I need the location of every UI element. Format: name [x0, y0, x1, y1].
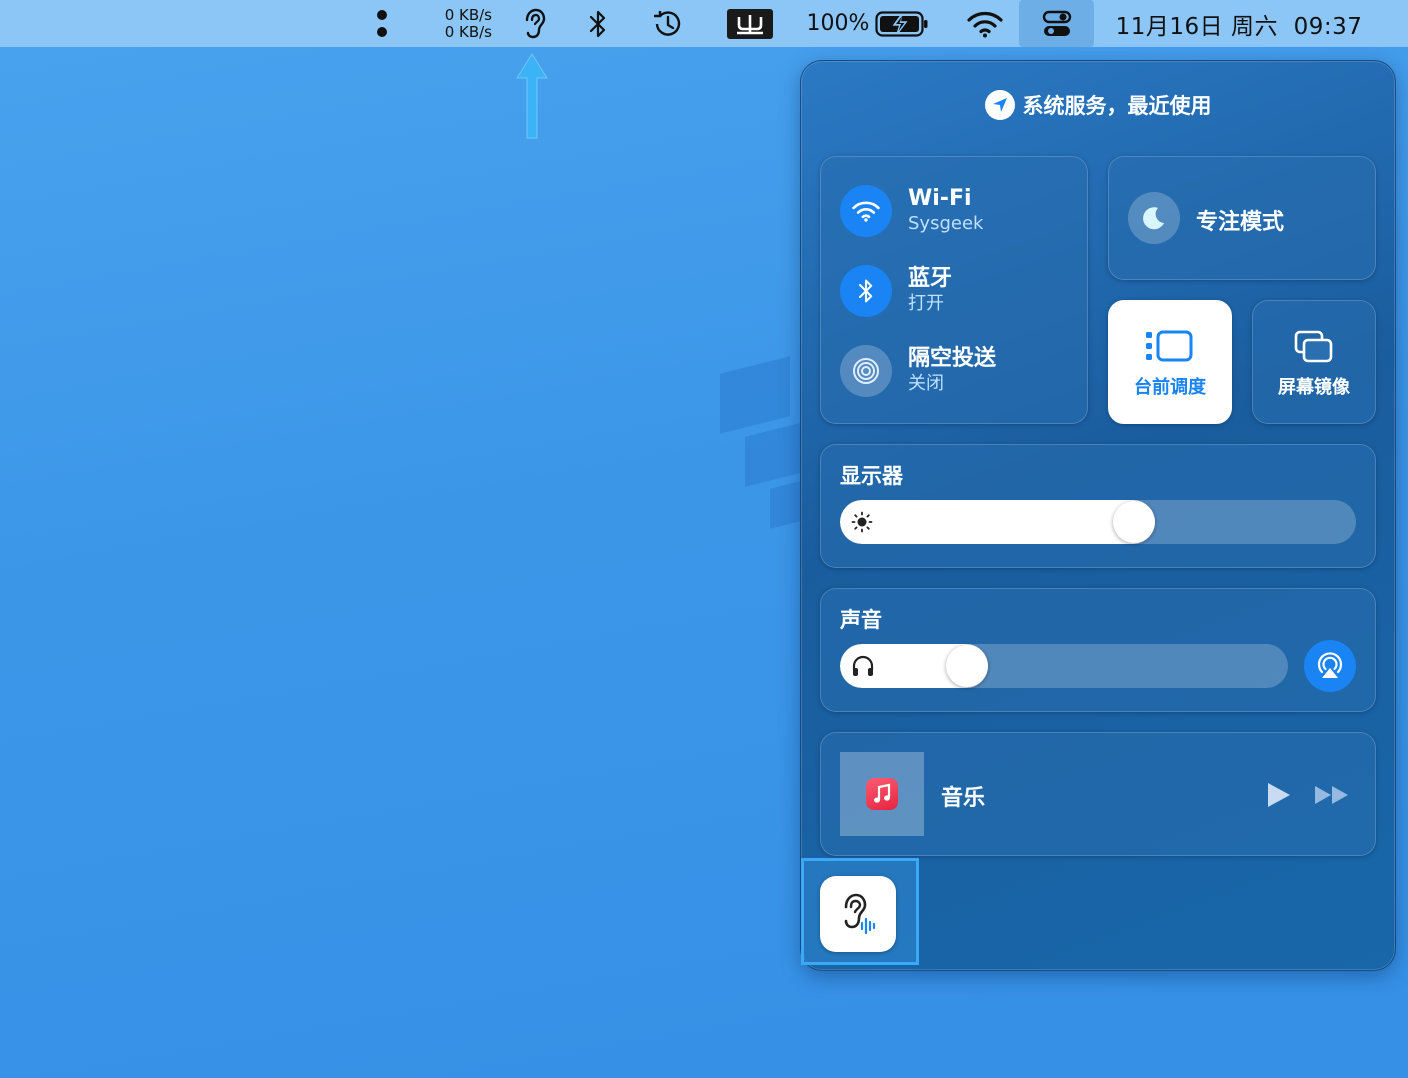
- annotation-arrow: [516, 53, 548, 139]
- network-speed[interactable]: 0 KB/s 0 KB/s: [420, 7, 492, 41]
- wallpaper-shape: [745, 423, 800, 487]
- battery-percent[interactable]: 100%: [806, 0, 870, 47]
- wallpaper-shape: [770, 481, 800, 529]
- sun-icon: [851, 511, 873, 533]
- menu-bar: 0 KB/s 0 KB/s 100% 11月16日 周六 09:37: [0, 0, 1408, 47]
- bluetooth-title: 蓝牙: [908, 266, 953, 291]
- hearing-button[interactable]: [820, 876, 896, 952]
- airplay-audio-icon: [1317, 652, 1343, 678]
- location-text: 系统服务，最近使用: [1022, 94, 1212, 118]
- bluetooth-toggle[interactable]: [840, 265, 892, 317]
- wifi-title: Wi-Fi: [908, 186, 972, 211]
- wifi-row[interactable]: Wi-Fi Sysgeek: [840, 185, 983, 237]
- brightness-fill: [840, 500, 1155, 544]
- time-machine-icon[interactable]: [648, 0, 686, 47]
- bluetooth-status: 打开: [908, 293, 944, 314]
- wifi-icon: [852, 201, 880, 222]
- album-art: [840, 752, 924, 836]
- wifi-icon[interactable]: [962, 0, 1008, 47]
- brightness-slider[interactable]: [840, 500, 1356, 544]
- wifi-network-name: Sysgeek: [908, 213, 984, 234]
- bluetooth-icon[interactable]: [582, 0, 614, 47]
- bluetooth-icon: [858, 279, 873, 303]
- location-services-indicator[interactable]: 系统服务，最近使用: [800, 90, 1396, 120]
- play-icon[interactable]: [1266, 781, 1292, 809]
- airdrop-status: 关闭: [908, 373, 944, 394]
- fast-forward-icon[interactable]: [1314, 784, 1350, 806]
- airplay-audio-button[interactable]: [1304, 640, 1356, 692]
- airdrop-icon: [853, 358, 879, 384]
- moon-icon: [1128, 192, 1180, 244]
- now-playing-title: 音乐: [941, 786, 986, 811]
- music-app-icon: [866, 778, 898, 810]
- display-title: 显示器: [840, 464, 903, 488]
- volume-slider[interactable]: [840, 644, 1288, 688]
- airdrop-title: 隔空投送: [908, 346, 997, 371]
- stage-manager-label: 台前调度: [1134, 377, 1206, 398]
- airdrop-row[interactable]: 隔空投送 关闭: [840, 345, 996, 397]
- menu-datetime[interactable]: 11月16日 周六 09:37: [1100, 0, 1378, 47]
- bluetooth-row[interactable]: 蓝牙 打开: [840, 265, 952, 317]
- wallpaper-shape: [720, 356, 790, 434]
- location-arrow-icon: [984, 90, 1015, 120]
- volume-knob[interactable]: [946, 645, 988, 687]
- headphones-icon: [852, 655, 874, 676]
- net-download: 0 KB/s: [444, 23, 492, 41]
- hearing-icon[interactable]: [518, 0, 550, 47]
- battery-charging-icon[interactable]: [874, 0, 930, 47]
- sound-title: 声音: [840, 608, 882, 632]
- wifi-toggle[interactable]: [840, 185, 892, 237]
- airdrop-toggle[interactable]: [840, 345, 892, 397]
- hearing-icon: [844, 893, 876, 935]
- focus-label: 专注模式: [1196, 210, 1285, 235]
- control-center-icon[interactable]: [1019, 0, 1094, 47]
- screen-mirroring-icon: [1294, 330, 1333, 363]
- brightness-knob[interactable]: [1113, 501, 1155, 543]
- net-upload: 0 KB/s: [444, 6, 492, 24]
- screen-mirroring-label: 屏幕镜像: [1278, 377, 1350, 398]
- dots-icon[interactable]: [368, 0, 396, 47]
- input-method-icon[interactable]: [726, 0, 774, 47]
- stage-manager-icon: [1146, 330, 1193, 362]
